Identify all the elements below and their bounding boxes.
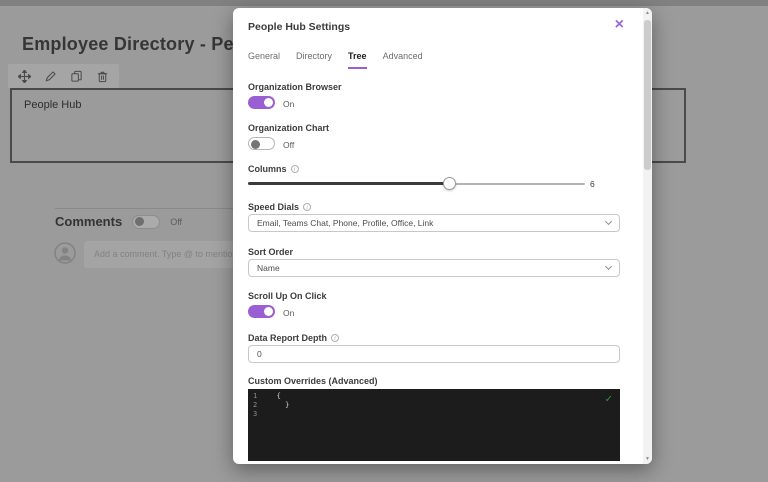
- columns-value: 6: [590, 179, 595, 189]
- custom-overrides-label: Custom Overrides (Advanced): [248, 376, 378, 386]
- data-report-depth-input[interactable]: [248, 345, 620, 363]
- scrollbar-thumb[interactable]: [644, 20, 651, 170]
- valid-check-icon: ✓: [605, 392, 612, 405]
- duplicate-icon[interactable]: [70, 70, 83, 83]
- scroll-up-label: Scroll Up On Click: [248, 291, 327, 301]
- chevron-down-icon: [604, 217, 613, 226]
- speed-dials-value: Email, Teams Chat, Phone, Profile, Offic…: [257, 218, 434, 228]
- sort-order-select[interactable]: Name: [248, 259, 620, 277]
- delete-icon[interactable]: [96, 70, 109, 83]
- info-icon[interactable]: i: [331, 334, 340, 342]
- org-chart-toggle[interactable]: [248, 137, 275, 150]
- dialog-title: People Hub Settings: [248, 21, 351, 33]
- custom-overrides-editor[interactable]: 1 { 2 } 3 ✓: [248, 389, 620, 461]
- org-browser-label: Organization Browser: [248, 82, 342, 92]
- tab-directory[interactable]: Directory: [296, 51, 332, 69]
- info-icon[interactable]: i: [303, 203, 312, 211]
- user-avatar-icon: [54, 242, 76, 269]
- columns-slider[interactable]: [248, 177, 585, 190]
- people-hub-settings-dialog: People Hub Settings × ▲ ▼ General Direct…: [233, 8, 652, 464]
- scroll-down-arrow-icon[interactable]: ▼: [643, 456, 652, 462]
- speed-dials-label: Speed Dials i: [248, 202, 312, 212]
- info-icon[interactable]: i: [290, 165, 299, 173]
- tab-advanced[interactable]: Advanced: [383, 51, 423, 69]
- widget-label: People Hub: [24, 99, 82, 111]
- data-report-depth-label: Data Report Depth i: [248, 333, 340, 343]
- dialog-scrollbar[interactable]: ▲ ▼: [643, 8, 652, 464]
- org-browser-state: On: [283, 99, 295, 109]
- move-icon[interactable]: [18, 69, 31, 83]
- org-browser-toggle[interactable]: [248, 96, 275, 109]
- comments-toggle-state: Off: [170, 216, 183, 227]
- org-chart-state: Off: [283, 140, 295, 150]
- org-chart-label: Organization Chart: [248, 123, 330, 133]
- comments-toggle[interactable]: [132, 214, 161, 229]
- speed-dials-select[interactable]: Email, Teams Chat, Phone, Profile, Offic…: [248, 214, 620, 232]
- scroll-up-state: On: [283, 308, 295, 318]
- chevron-down-icon: [604, 262, 613, 271]
- edit-icon[interactable]: [44, 70, 57, 83]
- tab-tree[interactable]: Tree: [348, 51, 367, 69]
- sort-order-value: Name: [257, 263, 280, 273]
- slider-thumb[interactable]: [443, 177, 456, 190]
- columns-label: Columns i: [248, 164, 299, 174]
- tab-general[interactable]: General: [248, 51, 280, 69]
- comments-heading: Comments: [55, 214, 123, 229]
- page-top-bar: [0, 0, 768, 6]
- settings-tabs: General Directory Tree Advanced: [248, 51, 423, 69]
- close-icon[interactable]: ×: [615, 17, 624, 33]
- scroll-up-toggle[interactable]: [248, 305, 275, 318]
- sort-order-label: Sort Order: [248, 247, 294, 257]
- scroll-up-arrow-icon[interactable]: ▲: [643, 10, 652, 16]
- widget-toolbar: [8, 64, 119, 88]
